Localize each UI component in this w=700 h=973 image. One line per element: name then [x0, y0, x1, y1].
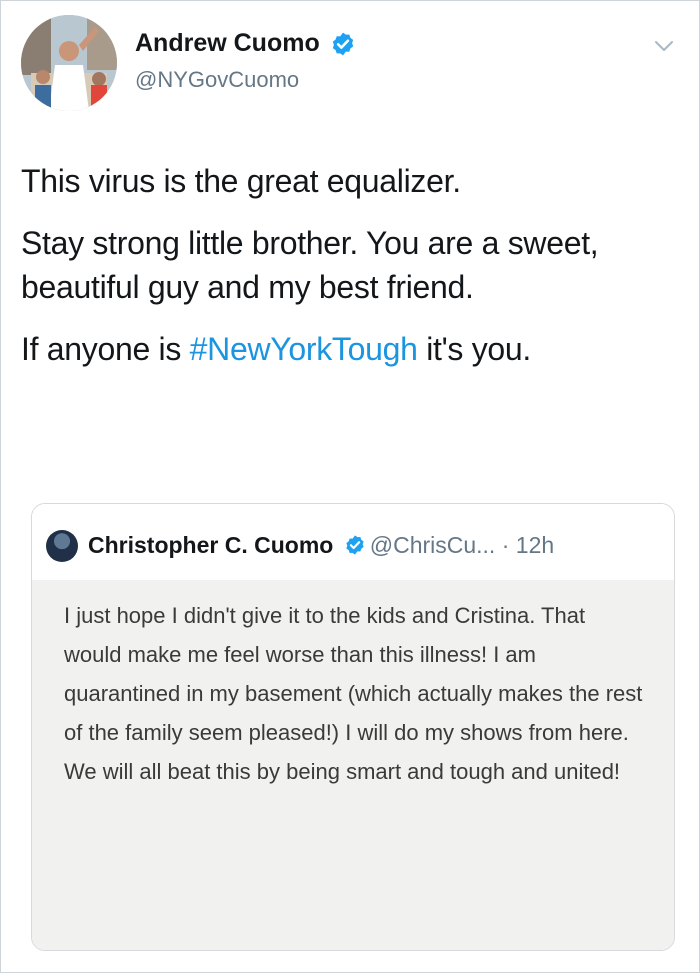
- quoted-separator: ·: [495, 532, 516, 558]
- verified-badge-icon: [332, 32, 354, 55]
- quoted-author-name[interactable]: Christopher C. Cuomo: [88, 532, 333, 558]
- quoted-tweet-text: I just hope I didn't give it to the kids…: [64, 603, 643, 784]
- avatar-photo-icon: [21, 15, 117, 111]
- verified-badge-icon: [346, 535, 364, 555]
- author-line: Andrew Cuomo: [135, 29, 356, 58]
- tweet-paragraph-1: This virus is the great equalizer.: [21, 163, 461, 199]
- quoted-author-handle[interactable]: @ChrisCu...: [370, 532, 496, 558]
- quoted-author-avatar[interactable]: [46, 530, 78, 562]
- quoted-author-line: Christopher C. Cuomo @ChrisCu... · 12h: [88, 532, 554, 559]
- tweet-card: Andrew Cuomo @NYGovCuomo This virus is t…: [0, 0, 700, 973]
- author-handle[interactable]: @NYGovCuomo: [135, 67, 299, 93]
- tweet-paragraph-3: If anyone is #NewYorkTough it's you.: [21, 327, 661, 371]
- tweet-paragraph-2: Stay strong little brother. You are a sw…: [21, 225, 599, 305]
- tweet-text: This virus is the great equalizer. Stay …: [21, 159, 661, 389]
- author-avatar[interactable]: [21, 15, 117, 111]
- author-name[interactable]: Andrew Cuomo: [135, 29, 320, 58]
- chevron-down-icon[interactable]: [653, 35, 675, 57]
- hashtag-link[interactable]: #NewYorkTough: [190, 331, 418, 367]
- quoted-tweet[interactable]: Christopher C. Cuomo @ChrisCu... · 12h I…: [31, 503, 675, 951]
- tweet-text-after-hashtag: it's you.: [417, 331, 532, 367]
- tweet-text-before-hashtag: If anyone is: [21, 331, 190, 367]
- quoted-tweet-header: Christopher C. Cuomo @ChrisCu... · 12h: [32, 504, 674, 580]
- quoted-tweet-image: I just hope I didn't give it to the kids…: [32, 580, 674, 950]
- quoted-timestamp[interactable]: 12h: [516, 532, 554, 558]
